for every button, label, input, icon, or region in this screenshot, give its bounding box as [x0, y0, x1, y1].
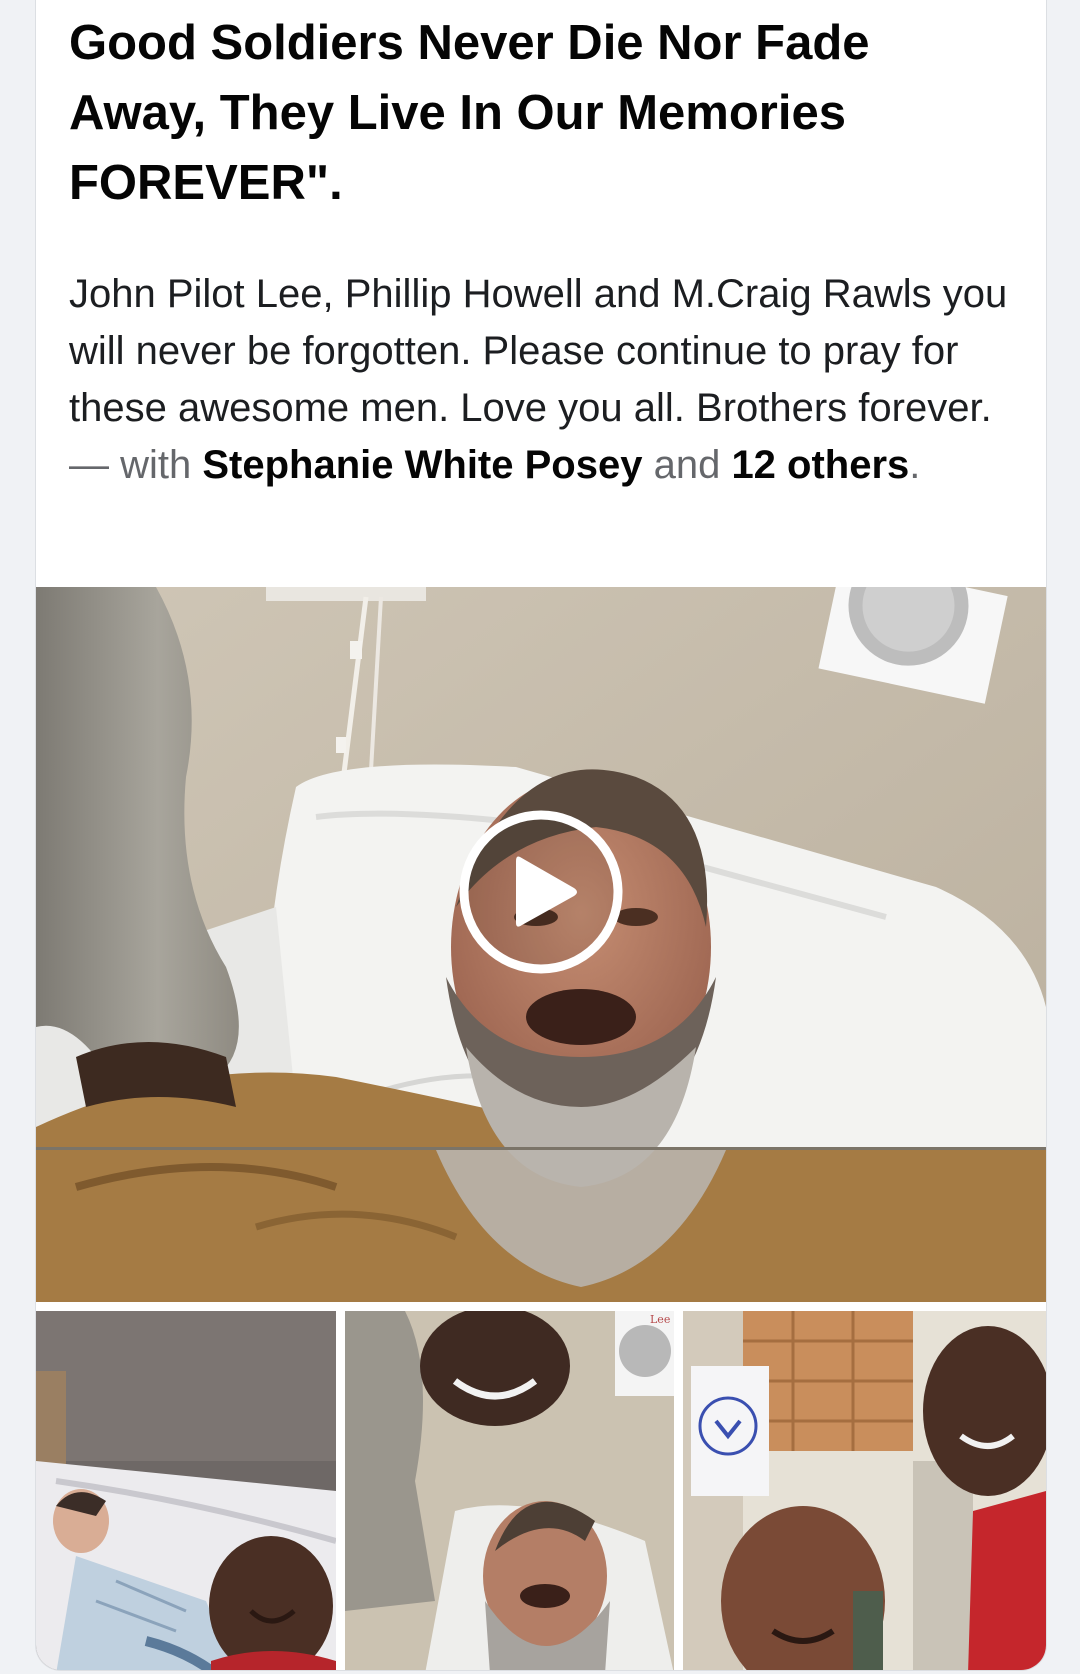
- post-body-text: John Pilot Lee, Phillip Howell and M.Cra…: [69, 272, 1008, 430]
- post-body: John Pilot Lee, Phillip Howell and M.Cra…: [69, 266, 1019, 494]
- play-icon[interactable]: [456, 807, 626, 977]
- photo-thumb-3-image: [683, 1311, 1046, 1670]
- main-video[interactable]: [36, 587, 1046, 1302]
- and-word: and: [642, 443, 732, 487]
- with-separator: — with: [69, 443, 203, 487]
- photo-thumbnails: Lee: [36, 1311, 1046, 1670]
- others-link[interactable]: 12 others: [731, 443, 909, 487]
- photo-thumb-3[interactable]: [683, 1311, 1046, 1670]
- photo-thumb-1[interactable]: [36, 1311, 336, 1670]
- end-period: .: [909, 443, 921, 487]
- thumb-2-clock-label: Lee: [650, 1313, 670, 1326]
- photo-thumb-2[interactable]: Lee: [345, 1311, 674, 1670]
- post-title: Good Soldiers Never Die Nor Fade Away, T…: [69, 16, 870, 210]
- photo-thumb-1-image: [36, 1311, 336, 1670]
- tagged-person-link[interactable]: Stephanie White Posey: [202, 443, 642, 487]
- photo-thumb-2-image: Lee: [345, 1311, 674, 1670]
- post-card: Good Soldiers Never Die Nor Fade Away, T…: [35, 0, 1047, 1671]
